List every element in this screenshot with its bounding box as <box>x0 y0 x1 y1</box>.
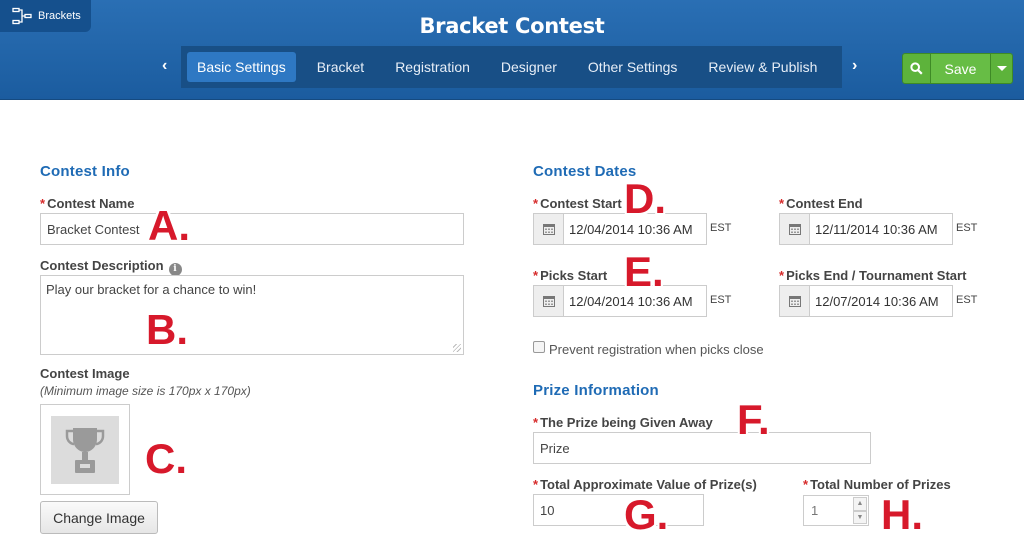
contest-description-label: Contest Description i <box>40 258 182 276</box>
timezone-label: EST <box>956 222 978 234</box>
search-icon <box>910 62 923 75</box>
annotation-g: G. <box>624 491 669 538</box>
nav-next-arrow[interactable]: › <box>852 57 857 75</box>
chevron-down-icon <box>996 66 1007 71</box>
tab-designer[interactable]: Designer <box>491 52 567 82</box>
prize-count-label: * Total Number of Prizes <box>803 477 951 492</box>
annotation-f: F. <box>737 396 770 443</box>
contest-start-field: 12/04/2014 10:36 AM <box>533 213 707 245</box>
contest-name-input[interactable]: Bracket Contest <box>40 213 464 245</box>
stepper-buttons: ▲ ▼ <box>853 497 867 524</box>
timezone-label: EST <box>710 294 732 306</box>
prize-count-value: 1 <box>811 503 819 518</box>
contest-image-label: Contest Image <box>40 366 130 381</box>
prize-label: * The Prize being Given Away <box>533 415 713 430</box>
preview-search-button[interactable] <box>903 54 931 83</box>
annotation-a: A. <box>148 202 190 249</box>
contest-end-field: 12/11/2014 10:36 AM <box>779 213 953 245</box>
picks-start-label: * Picks Start <box>533 268 608 283</box>
tab-registration[interactable]: Registration <box>385 52 480 82</box>
contest-dates-heading: Contest Dates <box>533 163 637 180</box>
contest-image-hint: (Minimum image size is 170px x 170px) <box>40 384 251 398</box>
timezone-label: EST <box>956 294 978 306</box>
calendar-icon[interactable] <box>533 213 564 245</box>
tab-other-settings[interactable]: Other Settings <box>578 52 688 82</box>
contest-end-label: * Contest End <box>779 196 863 211</box>
contest-name-label: * Contest Name <box>40 196 135 211</box>
annotation-b: B. <box>146 306 188 353</box>
resize-grip-icon[interactable] <box>453 344 461 352</box>
contest-end-input[interactable]: 12/11/2014 10:36 AM <box>810 213 953 245</box>
timezone-label: EST <box>710 222 732 234</box>
calendar-icon[interactable] <box>779 285 810 317</box>
save-options-dropdown[interactable] <box>991 54 1012 83</box>
save-button-group: Save <box>902 53 1013 84</box>
settings-tabs: Basic Settings Bracket Registration Desi… <box>181 46 842 88</box>
trophy-placeholder <box>51 415 119 484</box>
page-title: Bracket Contest <box>419 14 605 38</box>
prize-information-heading: Prize Information <box>533 382 659 399</box>
prize-value-input[interactable]: 10 <box>533 494 704 526</box>
annotation-c: C. <box>145 435 187 482</box>
tab-bracket[interactable]: Bracket <box>307 52 374 82</box>
prize-value-label: * Total Approximate Value of Prize(s) <box>533 477 757 492</box>
prevent-registration-label[interactable]: Prevent registration when picks close <box>549 342 764 357</box>
picks-end-field: 12/07/2014 10:36 AM <box>779 285 953 317</box>
prevent-registration-checkbox[interactable] <box>533 341 545 353</box>
annotation-h: H. <box>881 491 923 538</box>
tab-basic-settings[interactable]: Basic Settings <box>187 52 296 82</box>
tab-review-publish[interactable]: Review & Publish <box>698 52 827 82</box>
trophy-icon <box>65 427 105 473</box>
save-button[interactable]: Save <box>931 54 991 83</box>
change-image-button[interactable]: Change Image <box>40 501 158 534</box>
contest-start-label: * Contest Start <box>533 196 622 211</box>
prize-count-stepper[interactable]: 1 ▲ ▼ <box>803 495 869 526</box>
picks-end-label: * Picks End / Tournament Start <box>779 268 967 283</box>
stepper-down-icon[interactable]: ▼ <box>853 510 867 524</box>
calendar-icon[interactable] <box>779 213 810 245</box>
nav-prev-arrow[interactable]: ‹ <box>162 57 167 75</box>
annotation-e: E. <box>624 248 664 295</box>
picks-end-input[interactable]: 12/07/2014 10:36 AM <box>810 285 953 317</box>
stepper-up-icon[interactable]: ▲ <box>853 497 867 511</box>
contest-description-textarea[interactable]: Play our bracket for a chance to win! <box>40 275 464 355</box>
info-icon[interactable]: i <box>168 262 182 276</box>
required-mark: * <box>40 196 46 211</box>
top-header: Brackets Bracket Contest ‹ Basic Setting… <box>0 0 1024 100</box>
annotation-d: D. <box>624 175 666 222</box>
description-text: Play our bracket for a chance to win! <box>46 282 257 297</box>
calendar-icon[interactable] <box>533 285 564 317</box>
picks-start-field: 12/04/2014 10:36 AM <box>533 285 707 317</box>
contest-image-preview <box>40 404 130 495</box>
prize-input[interactable]: Prize <box>533 432 871 464</box>
contest-info-heading: Contest Info <box>40 163 130 180</box>
